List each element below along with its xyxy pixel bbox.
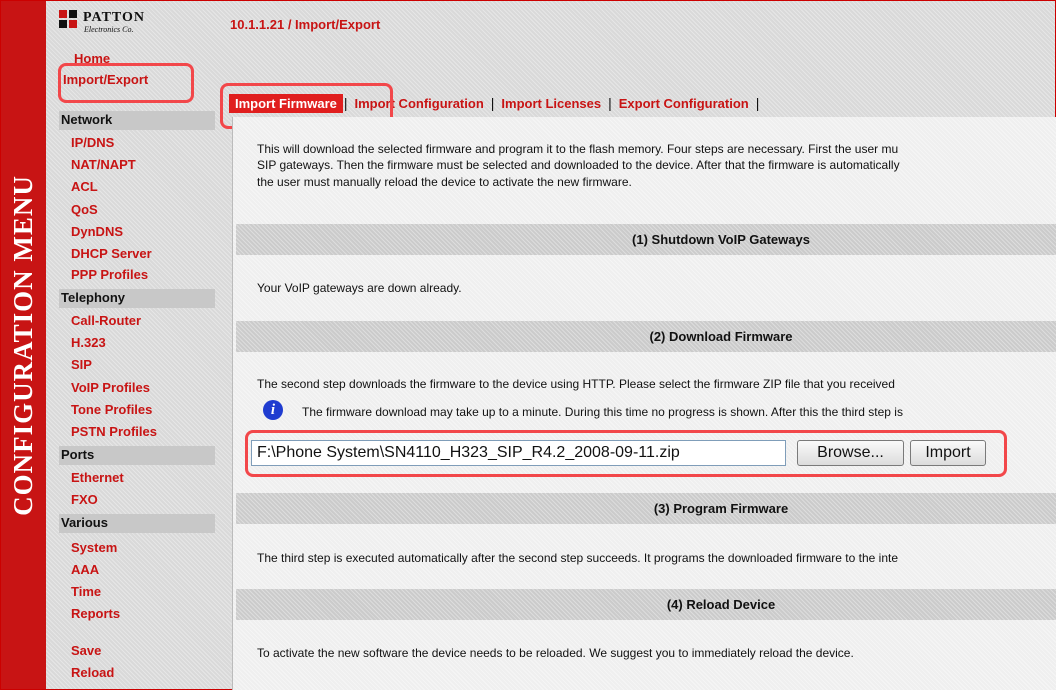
nav-sip[interactable]: SIP	[71, 357, 92, 372]
nav-ethernet[interactable]: Ethernet	[71, 470, 124, 485]
download-note: The firmware download may take up to a m…	[302, 405, 903, 419]
section-download-text: The second step downloads the firmware t…	[257, 377, 895, 391]
patton-logo: PATTON Electronics Co.	[57, 8, 177, 34]
tab-separator: |	[755, 95, 760, 111]
nav-dyndns[interactable]: DynDNS	[71, 224, 123, 239]
info-icon: i	[263, 400, 283, 420]
tab-export-configuration[interactable]: Export Configuration	[613, 94, 755, 113]
nav-nat-napt[interactable]: NAT/NAPT	[71, 157, 136, 172]
sidebar: PATTON Electronics Co. Home Import/Expor…	[57, 0, 217, 690]
nav-import-export[interactable]: Import/Export	[63, 72, 148, 87]
tab-bar: Import Firmware | Import Configuration |…	[229, 92, 760, 114]
nav-aaa[interactable]: AAA	[71, 562, 99, 577]
nav-fxo[interactable]: FXO	[71, 492, 98, 507]
nav-group-telephony: Telephony	[59, 289, 215, 308]
nav-qos[interactable]: QoS	[71, 202, 98, 217]
nav-ip-dns[interactable]: IP/DNS	[71, 135, 114, 150]
logo-brand: PATTON	[83, 10, 146, 25]
nav-system[interactable]: System	[71, 540, 117, 555]
nav-time[interactable]: Time	[71, 584, 101, 599]
nav-save[interactable]: Save	[71, 643, 101, 658]
nav-call-router[interactable]: Call-Router	[71, 313, 141, 328]
nav-tone-profiles[interactable]: Tone Profiles	[71, 402, 152, 417]
nav-reports[interactable]: Reports	[71, 606, 120, 621]
nav-group-network: Network	[59, 111, 215, 130]
intro-line-2: SIP gateways. Then the firmware must be …	[257, 158, 900, 172]
section-reload-text: To activate the new software the device …	[257, 646, 854, 660]
intro-line-1: This will download the selected firmware…	[257, 142, 899, 156]
nav-acl[interactable]: ACL	[71, 179, 98, 194]
tab-import-configuration[interactable]: Import Configuration	[349, 94, 490, 113]
tab-import-firmware[interactable]: Import Firmware	[229, 93, 343, 113]
nav-pstn-profiles[interactable]: PSTN Profiles	[71, 424, 157, 439]
tab-import-licenses[interactable]: Import Licenses	[495, 94, 607, 113]
nav-voip-profiles[interactable]: VoIP Profiles	[71, 380, 150, 395]
nav-home[interactable]: Home	[74, 51, 110, 66]
intro-line-3: the user must manually reload the device…	[257, 175, 632, 189]
import-button[interactable]: Import	[910, 440, 986, 466]
nav-group-ports: Ports	[59, 446, 215, 465]
breadcrumb: 10.1.1.21 / Import/Export	[230, 17, 381, 32]
browse-button[interactable]: Browse...	[797, 440, 904, 466]
nav-group-various: Various	[59, 514, 215, 533]
configuration-menu-label: CONFIGURATION MENU	[8, 174, 38, 516]
section-download-header: (2) Download Firmware	[236, 321, 1056, 352]
section-program-header: (3) Program Firmware	[236, 493, 1056, 524]
nav-dhcp-server[interactable]: DHCP Server	[71, 246, 152, 261]
nav-ppp-profiles[interactable]: PPP Profiles	[71, 267, 148, 282]
section-shutdown-header: (1) Shutdown VoIP Gateways	[236, 224, 1056, 255]
logo-subtitle: Electronics Co.	[84, 25, 134, 34]
patton-logo-icon	[59, 10, 77, 30]
nav-reload[interactable]: Reload	[71, 665, 114, 680]
section-shutdown-text: Your VoIP gateways are down already.	[257, 281, 462, 295]
section-reload-header: (4) Reload Device	[236, 589, 1056, 620]
section-program-text: The third step is executed automatically…	[257, 551, 899, 565]
nav-h323[interactable]: H.323	[71, 335, 106, 350]
configuration-menu-band: CONFIGURATION MENU	[1, 1, 46, 689]
firmware-file-input[interactable]: F:\Phone System\SN4110_H323_SIP_R4.2_200…	[251, 440, 786, 466]
